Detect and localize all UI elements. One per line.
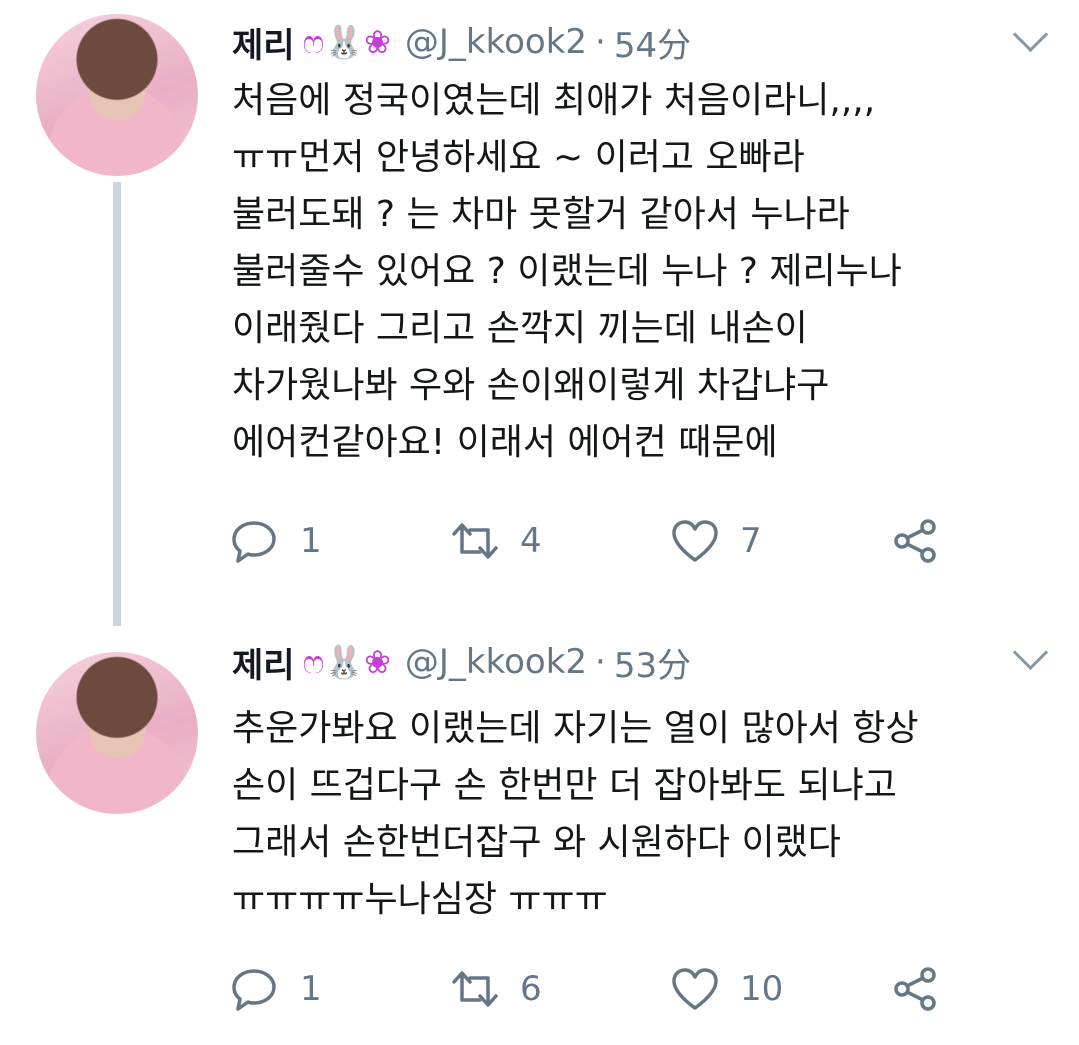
user-handle[interactable]: @J_kkook2 [405,642,587,682]
name-emoji: ෆ🐰❀ [302,22,391,61]
timestamp[interactable]: 54分 [614,18,691,67]
retweet-button[interactable]: 6 [450,964,542,1014]
tweet-text-line: 불러도돼 ? 는 차마 못할거 같아서 누나라 [232,194,850,235]
retweet-icon [452,523,498,559]
like-button[interactable]: 10 [670,964,783,1014]
heart-icon [672,968,718,1010]
action-bar: 1 4 7 [230,516,990,566]
share-button[interactable] [890,964,940,1014]
name-emoji: ෆ🐰❀ [302,642,391,681]
tweet-text-line: 처음에 정국이였는데 최애가 처음이라니,,,, [232,80,876,121]
timestamp[interactable]: 53分 [614,638,691,687]
tweet-text-line: 차가웠나봐 우와 손이왜이렇게 차갑냐구 [232,365,830,406]
retweet-icon [452,971,498,1007]
display-name[interactable]: 제리 [232,18,295,67]
separator: · [595,22,606,62]
tweet-text-line: 불러줄수 있어요 ? 이랬는데 누나 ? 제리누나 [232,251,902,292]
reply-icon [232,521,276,563]
like-count: 10 [740,969,784,1009]
retweet-count: 6 [520,969,542,1009]
share-button[interactable] [890,516,940,566]
tweet[interactable]: 제리 ෆ🐰❀ @J_kkook2 · 54分 처음에 정국이였는데 최애가 처음… [0,0,1079,626]
share-icon [894,967,936,1011]
tweet-text-line: ㅠㅠ먼저 안녕하세요 ~ 이러고 오빠라 [232,137,805,178]
tweet-text-line: 에어컨같아요! 이래서 에어컨 때문에 [232,422,778,463]
retweet-count: 4 [520,521,542,561]
tweet-text-line: 추운가봐요 이랬는데 자기는 열이 많아서 항상 [232,708,919,749]
reply-count: 1 [300,969,322,1009]
separator: · [595,642,606,682]
tweet-text-line: 이래줬다 그리고 손깍지 끼는데 내손이 [232,308,808,349]
share-icon [894,519,936,563]
tweet-header: 제리 ෆ🐰❀ @J_kkook2 · 53分 [232,634,691,690]
action-bar: 1 6 10 [230,964,990,1014]
tweet-text-line: ㅠㅠㅠㅠ누나심장 ㅠㅠㅠ [232,879,608,920]
tweet-text: 처음에 정국이였는데 최애가 처음이라니,,,, ㅠㅠ먼저 안녕하세요 ~ 이러… [232,72,1052,471]
tweet-text-line: 손이 뜨겁다구 손 한번만 더 잡아봐도 되냐고 [232,765,897,806]
reply-button[interactable]: 1 [230,516,322,566]
tweet-text-line: 그래서 손한번더잡구 와 시원하다 이랬다 [232,822,841,863]
reply-button[interactable]: 1 [230,964,322,1014]
heart-icon [672,520,718,562]
chevron-down-icon[interactable] [1012,16,1049,53]
reply-count: 1 [300,521,322,561]
tweet[interactable]: 제리 ෆ🐰❀ @J_kkook2 · 53分 추운가봐요 이랬는데 자기는 열이… [0,620,1079,1045]
user-handle[interactable]: @J_kkook2 [405,22,587,62]
like-count: 7 [740,521,762,561]
chevron-down-icon[interactable] [1012,634,1049,671]
tweet-text: 추운가봐요 이랬는데 자기는 열이 많아서 항상 손이 뜨겁다구 손 한번만 더… [232,700,1052,928]
reply-icon [232,969,276,1011]
tweet-header: 제리 ෆ🐰❀ @J_kkook2 · 54分 [232,14,691,70]
avatar[interactable] [36,652,198,814]
retweet-button[interactable]: 4 [450,516,542,566]
avatar[interactable] [36,14,198,176]
thread-line [113,182,121,626]
like-button[interactable]: 7 [670,516,762,566]
display-name[interactable]: 제리 [232,638,295,687]
